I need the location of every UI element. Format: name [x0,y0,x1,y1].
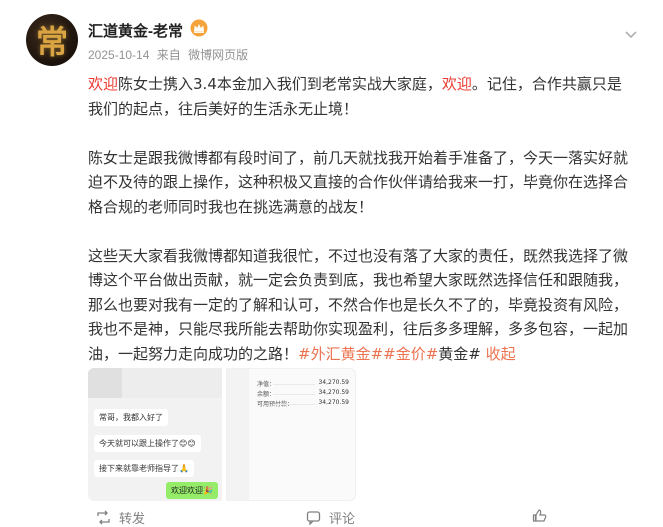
paragraph-1-text-a: 陈女士携入3.4本金加入我们到老常实战大家庭， [118,75,442,93]
chat-screenshot-image[interactable]: 常哥，我都入好了 今天就可以跟上操作了😊😊 接下来就靠老师指导了🙏 欢迎欢迎🎉 [88,368,222,501]
chat-message: 今天就可以跟上操作了😊😊 [94,435,201,452]
account-row-value: 34,270.59 [318,379,349,386]
repost-icon [97,510,110,525]
chat-message: 常哥，我都入好了 [94,409,168,426]
collapse-link[interactable]: 收起 [486,345,516,363]
chat-message: 接下来就靠老师指导了🙏 [94,460,194,477]
post-meta: 2025-10-14 来自 微博网页版 [88,46,252,63]
hashtag-gold-price[interactable]: #金价# [383,345,438,363]
paragraph-2: 陈女士是跟我微博都有段时间了，前几天就找我开始着手准备了，今天一落实好就迫不及待… [88,148,629,216]
comment-button[interactable]: 评论 [306,508,355,527]
account-row: 余额： 34,270.59 [257,389,349,399]
paragraph-3: 这些天大家看我微博都知道我很忙，不过也没有落了大家的责任，既然我选择了微博这个平… [88,244,633,367]
chat-topbar [88,368,222,398]
chat-reply: 欢迎欢迎🎉 [166,482,218,499]
comment-label: 评论 [329,511,356,526]
post-source[interactable]: 微博网页版 [188,48,248,62]
author-name[interactable]: 汇道黄金-老常 [88,20,183,41]
author-avatar[interactable]: 常 [26,14,78,66]
like-icon [532,509,547,522]
post-date[interactable]: 2025-10-14 [88,48,149,62]
like-button[interactable] [532,508,555,523]
welcome-link[interactable]: 欢迎 [88,75,118,93]
account-row-value: 34,270.59 [318,399,349,406]
chevron-down-icon[interactable] [623,26,639,42]
hashtag-gold-plain: 黄金# [438,344,481,363]
image-left-strip [227,369,249,500]
hashtag-forex-gold[interactable]: #外汇黄金# [298,345,383,363]
source-prefix: 来自 [156,48,181,62]
paragraph-1: 欢迎陈女士携入3.4本金加入我们到老常实战大家庭，欢迎。记住，合作共赢只是我们的… [88,72,633,121]
action-bar: 转发 评论 [0,505,663,526]
avatar-char: 常 [35,23,68,61]
account-row: 净值： 34,270.59 [257,379,349,389]
account-row-value: 34,270.59 [318,389,349,396]
account-row: 可用预付款： 34,270.59 [257,399,349,409]
comment-icon [306,511,321,525]
account-screenshot-image[interactable]: 净值： 34,270.59 余额： 34,270.59 可用预付款： 34,27… [226,368,356,501]
vip-crown-icon[interactable] [190,19,208,37]
repost-label: 转发 [119,511,146,526]
welcome-link[interactable]: 欢迎 [442,75,472,93]
post-body: 欢迎陈女士携入3.4本金加入我们到老常实战大家庭，欢迎。记住，合作共赢只是我们的… [88,72,633,391]
repost-button[interactable]: 转发 [96,508,145,527]
